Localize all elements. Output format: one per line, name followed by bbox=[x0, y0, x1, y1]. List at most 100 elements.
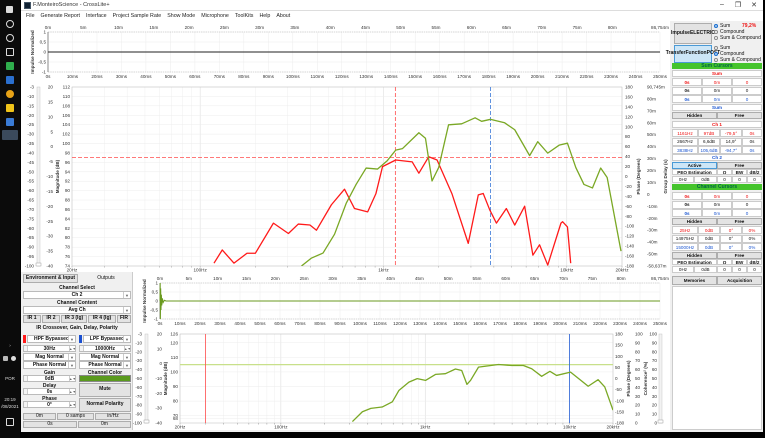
cursor-phase-field[interactable]: -94,7° bbox=[720, 146, 742, 154]
cursor-delay-field[interactable]: 0% bbox=[742, 234, 762, 243]
cursor-distance-field[interactable]: 0m bbox=[702, 78, 732, 86]
spinner-arrows-icon[interactable]: ▲▼ bbox=[69, 376, 76, 381]
delay-spinner[interactable]: 0s ▲▼ bbox=[23, 388, 76, 395]
tab-environment-input[interactable]: Environment & Input bbox=[23, 274, 78, 283]
impulse-chart-top[interactable]: 0s 10ms 20ms 30ms 40ms 50ms 60ms 70ms 80ms 90ms 10… bbox=[21, 21, 670, 80]
cursor-distance-field[interactable]: 0m bbox=[702, 200, 732, 209]
mute-button[interactable]: Mute bbox=[79, 383, 131, 397]
cursor-phase-field[interactable]: 0° bbox=[720, 234, 742, 243]
peq-db-value[interactable]: 0 bbox=[747, 175, 762, 183]
menu-interface[interactable]: Interface bbox=[86, 13, 107, 19]
frequency-response-chart[interactable]: 1121101081061041021009896949290888684828… bbox=[21, 80, 670, 272]
cursor-value-field[interactable]: 0 bbox=[732, 209, 762, 217]
level-slider-handle[interactable] bbox=[657, 419, 664, 424]
cursor-time-field[interactable]: 0s bbox=[672, 200, 702, 209]
fir-button[interactable]: FIR bbox=[117, 315, 131, 323]
ir2-button[interactable]: IR 2 bbox=[42, 315, 60, 323]
peq-frequency-value[interactable]: 0Hz bbox=[672, 265, 694, 273]
peq-frequency-value[interactable]: 0Hz bbox=[672, 175, 694, 183]
mode-free-button[interactable]: Free bbox=[717, 218, 762, 225]
cursor-time-field[interactable]: 0s bbox=[672, 209, 702, 217]
cursor-value-field[interactable]: 0 bbox=[732, 192, 762, 200]
cursor-delay-field[interactable]: 0% bbox=[742, 226, 762, 234]
tab-outputs[interactable]: Outputs bbox=[81, 275, 131, 281]
tab-memories[interactable]: Memories bbox=[672, 276, 717, 285]
app-green-icon[interactable] bbox=[6, 62, 14, 70]
lpf-mag-dropdown[interactable]: Mag Normal ▼ bbox=[79, 353, 131, 361]
mode-free-button[interactable]: Free bbox=[717, 162, 762, 169]
offset-slider-track[interactable] bbox=[144, 333, 149, 424]
cursor-delay-field[interactable]: 0s bbox=[742, 137, 762, 146]
menu-project-sample-rate[interactable]: Project Sample Rate bbox=[113, 13, 162, 19]
hpf-type-dropdown[interactable]: HPF Bypassed ▼ bbox=[27, 335, 76, 343]
ch2-dropdown[interactable]: Ch 2 bbox=[672, 154, 762, 161]
cursor-delay-field[interactable]: 0% bbox=[742, 243, 762, 251]
slider-handle[interactable] bbox=[24, 346, 28, 351]
meters-field[interactable]: 0m bbox=[78, 421, 131, 428]
cursor-magnitude-field[interactable]: 0dB bbox=[698, 234, 720, 243]
cursor-value-field[interactable]: 0 bbox=[732, 86, 762, 95]
app-blue-icon[interactable] bbox=[6, 76, 14, 84]
cursor-frequency-field[interactable]: 15000Hz bbox=[672, 243, 698, 251]
folder-icon[interactable] bbox=[6, 104, 14, 112]
menu-microphone[interactable]: Microphone bbox=[201, 13, 229, 19]
ir4-button[interactable]: IR 4 (lg) bbox=[88, 315, 116, 323]
cursor-frequency-field[interactable]: 14975Hz bbox=[672, 234, 698, 243]
crosslite-taskbar-icon[interactable] bbox=[2, 130, 18, 140]
cursor-phase-field[interactable]: 14,9° bbox=[720, 137, 742, 146]
cursor-value-field[interactable]: 0 bbox=[732, 95, 762, 103]
peq-bw-value[interactable]: 0 bbox=[732, 175, 747, 183]
menu-show-mode[interactable]: Show Mode bbox=[167, 13, 195, 19]
channel-color-swatch[interactable] bbox=[79, 375, 131, 382]
mode-free-button[interactable]: Free bbox=[717, 252, 762, 259]
cursor-distance-field[interactable]: 0m bbox=[702, 209, 732, 217]
cursor-magnitude-field[interactable]: 0dB bbox=[698, 243, 720, 251]
lpf-type-dropdown[interactable]: LPF Bypassed ▼ bbox=[83, 335, 131, 343]
cursor-value-field[interactable]: 0 bbox=[732, 78, 762, 86]
cursor-frequency-field[interactable]: 3838Hz bbox=[672, 146, 698, 154]
menu-file[interactable]: File bbox=[26, 13, 35, 19]
cursor-phase-field[interactable]: -79,5° bbox=[720, 129, 742, 137]
menu-about[interactable]: About bbox=[276, 13, 290, 19]
lpf-phase-dropdown[interactable]: Phase Normal ▼ bbox=[79, 361, 131, 369]
cursor-phase-field[interactable]: 0° bbox=[720, 243, 742, 251]
mode-active-button[interactable]: Active bbox=[672, 162, 717, 169]
tray-chevron-icon[interactable]: › bbox=[0, 343, 20, 348]
hpf-frequency-spinner[interactable]: 30Hz ▲▼ bbox=[23, 345, 76, 352]
impulse-chart-bottom[interactable]: 0s 10ms 20ms 30ms 40ms 50ms 60ms 70ms 80ms 90ms 10… bbox=[133, 272, 670, 330]
impulse-radio-sum-compound[interactable]: Sum & Compound bbox=[714, 35, 761, 41]
close-button[interactable]: ✕ bbox=[747, 1, 761, 9]
lpf-frequency-spinner[interactable]: 10000Hz ▲▼ bbox=[79, 345, 131, 352]
cursor-time-field[interactable]: 0s bbox=[672, 192, 702, 200]
time-field[interactable]: 0s bbox=[23, 421, 77, 428]
maximize-button[interactable]: ❐ bbox=[731, 1, 745, 9]
spinner-arrows-icon[interactable]: ▲▼ bbox=[69, 389, 76, 394]
peq-gain-value[interactable]: 0dB bbox=[694, 175, 717, 183]
clock-date[interactable]: /08/2021 bbox=[0, 404, 20, 409]
cursor-delay-field[interactable]: 0s bbox=[742, 129, 762, 137]
phase-spinner[interactable]: 0° ▲▼ bbox=[23, 401, 76, 408]
onedrive-icon[interactable] bbox=[11, 356, 16, 361]
offset-slider-track[interactable] bbox=[36, 86, 41, 267]
menu-toolkits[interactable]: ToolKits bbox=[235, 13, 254, 19]
cursor-phase-field[interactable]: 0° bbox=[720, 226, 742, 234]
slider-handle[interactable] bbox=[24, 376, 28, 381]
mode-free-button[interactable]: Free bbox=[717, 112, 762, 119]
network-icon[interactable] bbox=[3, 356, 8, 361]
notification-icon[interactable] bbox=[6, 418, 14, 426]
search-icon[interactable] bbox=[6, 20, 14, 28]
sum-trace-dropdown[interactable]: Sum bbox=[672, 104, 762, 111]
offset-slider-handle[interactable] bbox=[143, 419, 150, 424]
cursor-time-field[interactable]: 0s bbox=[672, 95, 702, 103]
cursor-frequency-field[interactable]: 2667Hz bbox=[672, 137, 698, 146]
level-slider-track[interactable] bbox=[658, 333, 663, 424]
hpf-phase-dropdown[interactable]: Phase Normal ▼ bbox=[23, 361, 76, 369]
ir3-button[interactable]: IR 3 (lg) bbox=[61, 315, 87, 323]
peq-q-value[interactable]: 0 bbox=[717, 175, 732, 183]
mode-hidden-button[interactable]: Hidden bbox=[672, 252, 717, 259]
offset-slider-handle[interactable] bbox=[35, 262, 42, 267]
distance-field[interactable]: 0m bbox=[23, 413, 56, 420]
task-view-icon[interactable] bbox=[6, 48, 14, 56]
impulse-electric-button[interactable]: Impulse ELECTRIC bbox=[671, 23, 715, 44]
cursor-distance-field[interactable]: 0m bbox=[702, 192, 732, 200]
